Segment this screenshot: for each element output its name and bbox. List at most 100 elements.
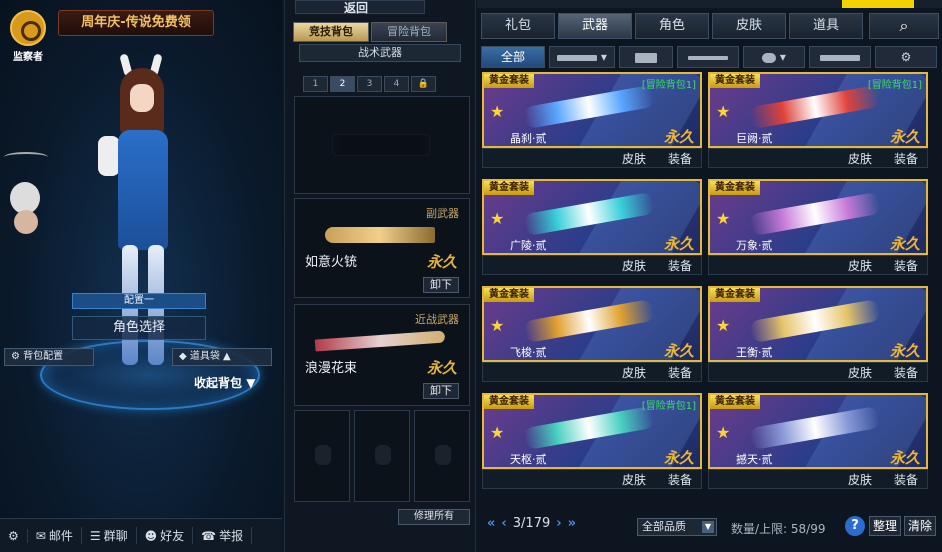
first-page-icon[interactable]: «	[487, 516, 495, 531]
tool-bag-button[interactable]: ◆ 道具袋 ▲	[172, 348, 272, 366]
adventure-bag-tag: [冒险背包1]	[641, 401, 696, 412]
slot-tab-3[interactable]: 3	[357, 76, 382, 92]
weapon-name: 巨阙·贰	[736, 132, 773, 145]
grenade-icon	[435, 445, 451, 465]
group-chat-button[interactable]: ☰ 群聊	[82, 527, 137, 544]
mail-button[interactable]: ✉ 邮件	[28, 527, 82, 544]
weapon-card[interactable]: 黄金套装 ★ 王衡·贰 永久 皮肤 装备	[708, 286, 928, 386]
tab-adventure-bag[interactable]: 冒险背包	[371, 22, 447, 42]
slot-tab-4[interactable]: 4	[384, 76, 409, 92]
weapon-card[interactable]: 黄金套装 ★ 万象·贰 永久皮肤 装备	[708, 179, 928, 279]
weapon-card[interactable]: 黄金套装 [冒险背包1] ★ 巨阙·贰 永久 皮肤 装备	[708, 72, 928, 172]
tab-weapon[interactable]: 武器	[558, 13, 632, 39]
filter-pistol[interactable]	[619, 46, 673, 68]
search-button[interactable]: ⌕	[869, 13, 939, 39]
lock-icon[interactable]: 🔒	[411, 76, 436, 92]
star-icon: ★	[716, 102, 731, 121]
filter-rifle[interactable]: ▾	[549, 46, 615, 68]
help-button[interactable]: ?	[845, 516, 865, 536]
repair-all-button[interactable]: 修理所有	[398, 509, 470, 525]
next-page-icon[interactable]: ›	[556, 516, 561, 531]
permanent-badge: 永久	[426, 359, 457, 377]
tab-character[interactable]: 角色	[635, 13, 709, 39]
anniversary-banner[interactable]: 周年庆-传说免费领	[58, 10, 214, 36]
role-select-button[interactable]: 角色选择	[72, 316, 206, 340]
prev-page-icon[interactable]: ‹	[501, 516, 506, 531]
equip-button[interactable]: 装备	[894, 471, 918, 488]
clear-button[interactable]: 清除	[904, 516, 936, 536]
star-icon: ★	[716, 423, 731, 442]
collapse-bag-label: 收起背包	[194, 376, 243, 390]
weapon-card[interactable]: 黄金套装 ★ 广陵·贰 永久 皮肤 装备	[482, 179, 702, 279]
melee-weapon-slot[interactable]: 近战武器 浪漫花束 永久 卸下	[294, 304, 470, 406]
skin-button[interactable]: 皮肤	[848, 257, 872, 274]
equip-button[interactable]: 装备	[668, 471, 692, 488]
weapon-grid: 黄金套装 [冒险背包1] ★ 晶刹·贰 永久 皮肤 装备 黄金套装 [冒险背包1] ★ 巨阙·贰 永久…	[482, 72, 934, 496]
grenade-slot-3[interactable]	[414, 410, 470, 502]
chevron-down-icon: ▾	[600, 50, 607, 64]
gold-set-badge: 黄金套装	[484, 288, 534, 302]
bag-config-button[interactable]: ⚙ 背包配置	[4, 348, 94, 366]
filter-grenade[interactable]: ▾	[743, 46, 805, 68]
permanent-badge: 永久	[426, 253, 457, 271]
grenade-slot-2[interactable]	[354, 410, 410, 502]
weapon-card[interactable]: 黄金套装 ★ 撼天·贰 永久 皮肤 装备	[708, 393, 928, 493]
slot-tab-2[interactable]: 2	[330, 76, 355, 92]
weapon-card-art: 黄金套装 ★ 飞梭·贰 永久	[482, 286, 702, 362]
friends-button[interactable]: ☻ 好友	[137, 527, 194, 544]
permanent-badge: 永久	[889, 342, 920, 360]
secondary-weapon-slot[interactable]: 副武器 如意火铳 永久 卸下	[294, 198, 470, 298]
unload-melee-button[interactable]: 卸下	[423, 383, 459, 399]
skin-button[interactable]: 皮肤	[622, 471, 646, 488]
tab-competitive-bag[interactable]: 竞技背包	[293, 22, 369, 42]
gold-set-badge: 黄金套装	[484, 395, 534, 409]
tab-item[interactable]: 道具	[789, 13, 863, 39]
quality-select[interactable]: 全部品质 ▼	[637, 518, 717, 536]
friends-label: 好友	[160, 529, 185, 543]
unload-secondary-button[interactable]: 卸下	[423, 277, 459, 293]
weapon-card-art: 黄金套装 [冒险背包1] ★ 天枢·贰 永久	[482, 393, 702, 469]
slot-tab-1[interactable]: 1	[303, 76, 328, 92]
filter-all[interactable]: 全部	[481, 46, 545, 68]
equip-button[interactable]: 装备	[894, 364, 918, 381]
config-slot-one[interactable]: 配置一	[72, 293, 206, 309]
filter-special[interactable]	[809, 46, 871, 68]
permanent-badge: 永久	[663, 449, 694, 467]
observer-logo[interactable]: 监察者	[6, 10, 50, 63]
skin-button[interactable]: 皮肤	[622, 257, 646, 274]
recharge-button[interactable]	[842, 0, 914, 8]
adventure-bag-tag: [冒险背包1]	[641, 80, 696, 91]
bag-icon: ◆	[179, 351, 190, 362]
grenade-icon	[762, 52, 777, 63]
skin-button[interactable]: 皮肤	[848, 364, 872, 381]
back-button[interactable]: 返回	[295, 0, 425, 15]
weapon-card[interactable]: 黄金套装 [冒险背包1] ★ 天枢·贰 永久 皮肤 装备	[482, 393, 702, 493]
primary-weapon-slot[interactable]	[294, 96, 470, 194]
equip-button[interactable]: 装备	[894, 257, 918, 274]
settings-button[interactable]: ⚙	[0, 528, 28, 543]
weapon-card[interactable]: 黄金套装 [冒险背包1] ★ 晶刹·贰 永久 皮肤 装备	[482, 72, 702, 172]
equip-button[interactable]: 装备	[668, 364, 692, 381]
sort-button[interactable]: 整理	[869, 516, 901, 536]
skin-button[interactable]: 皮肤	[622, 150, 646, 167]
filter-melee[interactable]	[677, 46, 739, 68]
secondary-weapon-name: 如意火铳	[305, 255, 358, 270]
weapon-name: 飞梭·贰	[510, 346, 547, 359]
quality-select-value: 全部品质	[642, 520, 686, 533]
collapse-bag-button[interactable]: 收起背包 ▼	[194, 374, 255, 391]
equip-button[interactable]: 装备	[668, 257, 692, 274]
equip-button[interactable]: 装备	[668, 150, 692, 167]
tab-gift[interactable]: 礼包	[481, 13, 555, 39]
weapon-card[interactable]: 黄金套装 ★ 飞梭·贰 永久皮肤 装备	[482, 286, 702, 386]
skin-button[interactable]: 皮肤	[622, 364, 646, 381]
weapon-card-art: 黄金套装 ★ 万象·贰 永久	[708, 179, 928, 255]
last-page-icon[interactable]: »	[568, 516, 576, 531]
skin-button[interactable]: 皮肤	[848, 471, 872, 488]
tab-skin[interactable]: 皮肤	[712, 13, 786, 39]
equip-button[interactable]: 装备	[894, 150, 918, 167]
filter-settings[interactable]: ⚙	[875, 46, 937, 68]
grenade-slot-1[interactable]	[294, 410, 350, 502]
gold-set-badge: 黄金套装	[484, 181, 534, 195]
report-button[interactable]: ☎ 举报	[193, 527, 253, 544]
skin-button[interactable]: 皮肤	[848, 150, 872, 167]
